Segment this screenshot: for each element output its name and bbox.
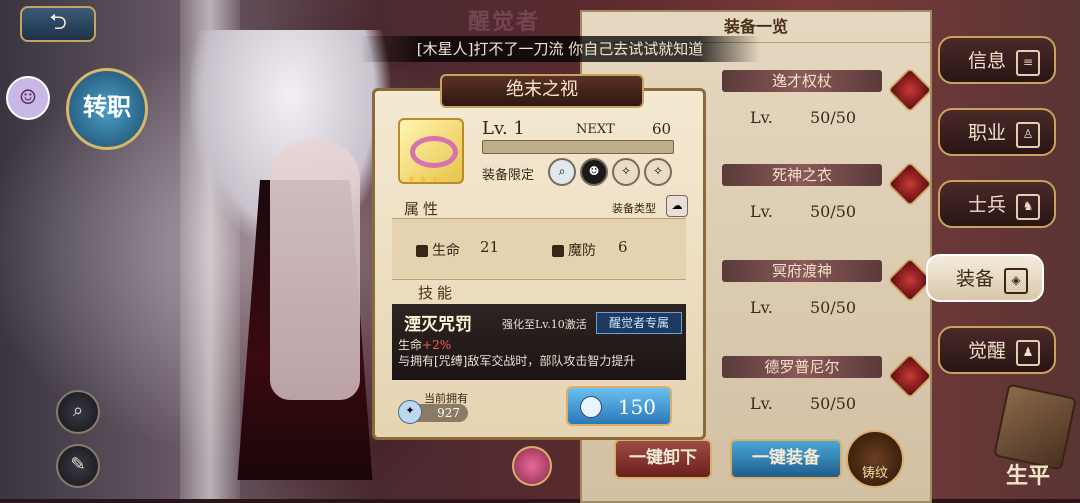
person-icon: ♙ — [1016, 122, 1040, 148]
equipment-name: 死神之衣 — [722, 164, 882, 186]
shield-icon: ◈ — [1004, 268, 1028, 294]
equipment-slot-2[interactable]: 死神之衣 Lv. 50/50 — [710, 160, 933, 242]
equipment-level: 50/50 — [810, 298, 857, 317]
scrolling-message-banner: [木星人]打不了一刀流 你自己去试试就知道 — [360, 36, 760, 62]
equipment-lv-label: Lv. — [750, 298, 773, 317]
back-button[interactable]: ⮌ — [20, 6, 96, 42]
unequip-all-button[interactable]: 一键卸下 — [614, 439, 712, 479]
magnifier-icon[interactable]: ⌕ — [56, 390, 100, 434]
empty-slot-icon: ✧ — [644, 158, 672, 186]
attr-hp-label: 生命 — [416, 240, 460, 260]
career-button-label[interactable]: 生平 — [1006, 458, 1050, 490]
screen-title: 醒觉者 — [468, 9, 541, 35]
equipment-name: 冥府渡神 — [722, 260, 882, 282]
skill-name: 湮灭咒罚 — [404, 315, 472, 335]
tab-soldier[interactable]: 士兵 ♞ — [938, 180, 1056, 228]
attr-mdef-value: 6 — [618, 238, 628, 256]
enhance-cost: 150 — [617, 395, 656, 419]
material-icon: ✦ — [398, 400, 422, 424]
item-level: Lv. 1 — [482, 118, 525, 139]
empty-slot-icon: ✧ — [612, 158, 640, 186]
tab-label: 装备 — [956, 268, 995, 290]
next-label: NEXT — [576, 122, 615, 137]
material-icon — [580, 396, 602, 418]
equipment-lv-label: Lv. — [750, 394, 773, 413]
equip-all-button[interactable]: 一键装备 — [730, 439, 842, 479]
equipment-slot-1[interactable]: 逸才权杖 Lv. 50/50 — [710, 66, 933, 148]
rarity-stars: ★★★ — [406, 172, 442, 186]
tab-equipment[interactable]: 装备 ◈ — [926, 254, 1044, 302]
skill-box: 湮灭咒罚 强化至Lv.10激活 醒觉者专属 生命+2% 与拥有[咒缚]敌军交战时… — [392, 304, 686, 380]
awaken-icon: ♟ — [1016, 340, 1040, 366]
skill-condition: 强化至Lv.10激活 — [502, 318, 587, 331]
tab-label: 信息 — [968, 50, 1007, 72]
back-arrow-icon: ⮌ — [49, 10, 67, 35]
equipment-level: 50/50 — [810, 394, 857, 413]
exp-progress-bar — [482, 140, 674, 154]
equipment-name: 逸才权杖 — [722, 70, 882, 92]
equipment-lv-label: Lv. — [750, 108, 773, 127]
tab-info[interactable]: 信息 ≡ — [938, 36, 1056, 84]
character-body-art — [270, 140, 360, 400]
heart-icon — [416, 245, 428, 257]
soldier-icon: ♞ — [1016, 194, 1040, 220]
mdef-icon — [552, 245, 564, 257]
inscribe-label: 铸纹 — [861, 466, 888, 481]
next-exp-value: 60 — [652, 120, 672, 138]
equipment-slot-4[interactable]: 德罗普尼尔 Lv. 50/50 — [710, 352, 933, 434]
favorite-icon[interactable] — [512, 446, 552, 486]
equipment-lv-label: Lv. — [750, 202, 773, 221]
equipment-level: 50/50 — [810, 202, 857, 221]
attributes-heading: 属性 — [404, 200, 443, 218]
tab-label: 士兵 — [968, 194, 1007, 216]
skill-description: 与拥有[咒缚]敌军交战时，部队攻击智力提升 — [398, 354, 636, 368]
ghost-icon: ☁ — [666, 195, 688, 217]
equip-restrict-label: 装备限定 — [482, 168, 535, 183]
tab-label: 职业 — [968, 122, 1007, 144]
feather-icon[interactable]: ✎ — [56, 444, 100, 488]
equip-type-label: 装备类型 — [612, 202, 656, 215]
enhance-button[interactable]: 150 — [566, 386, 672, 426]
inscribe-button[interactable]: 铸纹 — [846, 430, 904, 488]
equipment-name: 德罗普尼尔 — [722, 356, 882, 378]
equipment-level: 50/50 — [810, 108, 857, 127]
tab-class[interactable]: 职业 ♙ — [938, 108, 1056, 156]
item-name-title: 绝末之视 — [440, 74, 644, 108]
transfer-class-button[interactable]: 转职 — [66, 68, 148, 150]
awakener-exclusive-badge: 醒觉者专属 — [596, 312, 682, 334]
equipment-slot-3[interactable]: 冥府渡神 Lv. 50/50 — [710, 256, 933, 338]
skills-heading: 技能 — [418, 284, 457, 302]
tab-label: 觉醒 — [968, 340, 1007, 362]
document-icon: ≡ — [1016, 50, 1040, 76]
magnifier-class-icon: ⌕ — [548, 158, 576, 186]
skill-stat: 生命+2% — [398, 338, 452, 352]
tab-awaken[interactable]: 觉醒 ♟ — [938, 326, 1056, 374]
mascot-menu-icon[interactable]: ☺ — [6, 76, 50, 120]
attr-hp-value: 21 — [480, 238, 500, 256]
attr-mdef-label: 魔防 — [552, 240, 596, 260]
cat-class-icon: ☻ — [580, 158, 608, 186]
